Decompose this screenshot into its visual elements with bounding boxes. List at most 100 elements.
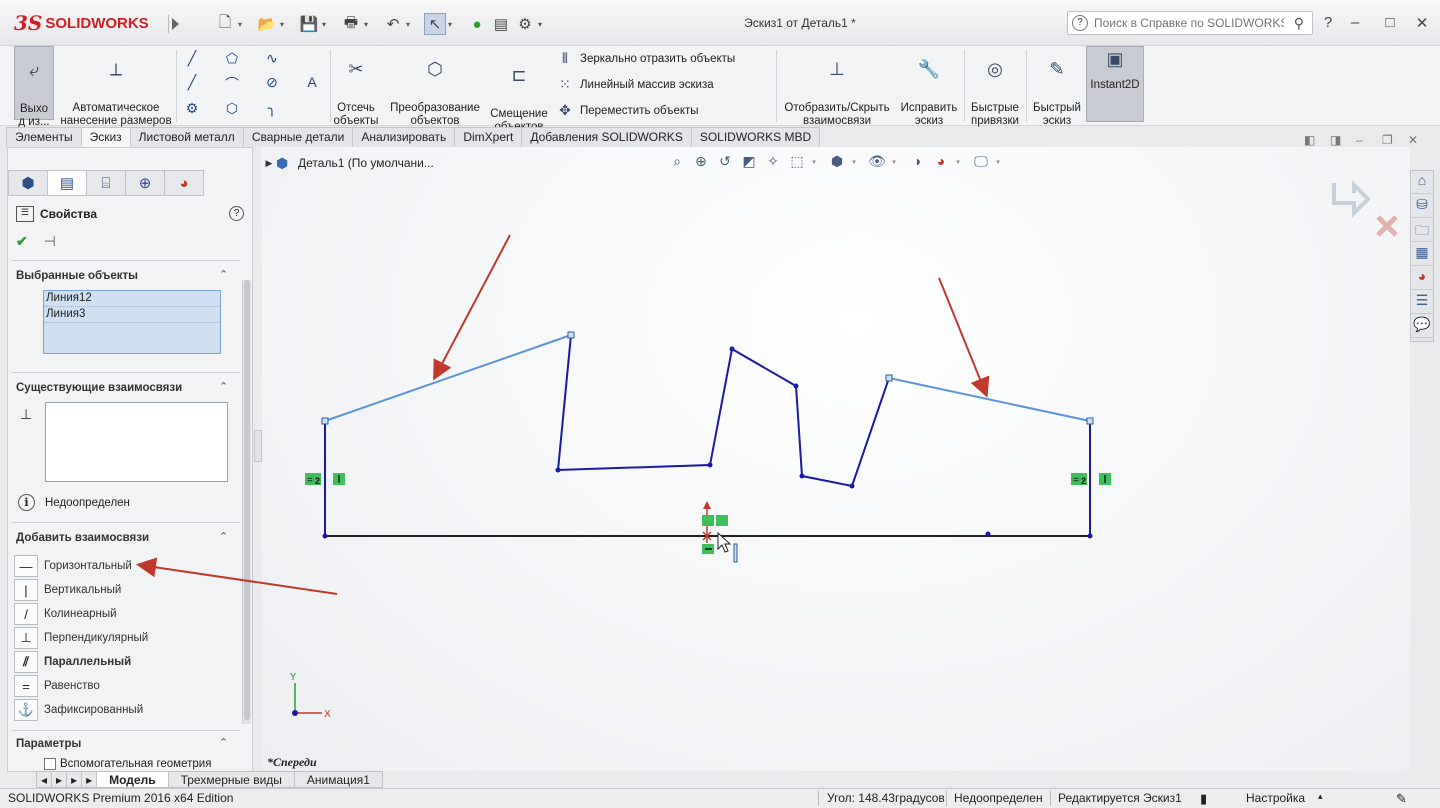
- repair-sketch-button[interactable]: 🔧 Исправить эскиз: [896, 50, 962, 128]
- viewport-minimize-icon[interactable]: –: [1356, 133, 1363, 147]
- relation-perpendicular-button[interactable]: ⊥ Перпендикулярный: [14, 626, 148, 650]
- pin-icon[interactable]: ⊣: [44, 233, 56, 249]
- relation-fix-button[interactable]: ⚓ Зафиксированный: [14, 698, 148, 722]
- list-item[interactable]: Линия3: [44, 307, 220, 323]
- open-folder-icon[interactable]: 📂: [256, 13, 278, 35]
- relation-equal-button[interactable]: = Равенство: [14, 674, 148, 698]
- undo-icon[interactable]: ↶: [382, 13, 404, 35]
- feature-tree-tab-icon[interactable]: ⬢: [8, 170, 48, 196]
- tab-scroll-right-icon[interactable]: ▸: [51, 771, 68, 788]
- sketch-zigzag-polyline[interactable]: [556, 334, 890, 488]
- tab-scroll-start-icon[interactable]: ▸: [66, 771, 83, 788]
- home-icon[interactable]: ⌂: [1411, 172, 1433, 194]
- construction-checkbox[interactable]: [44, 758, 56, 770]
- existing-relations-list[interactable]: [45, 402, 228, 482]
- panel-scrollbar[interactable]: [242, 280, 251, 724]
- linear-pattern-button[interactable]: ⁙ Линейный массив эскиза: [556, 76, 714, 94]
- tab-addins[interactable]: Добавления SOLIDWORKS: [521, 127, 692, 147]
- units-settings[interactable]: Настройка: [1246, 791, 1305, 805]
- custom-properties-icon[interactable]: ☰: [1411, 292, 1433, 314]
- construction-checkbox-row[interactable]: Вспомогательная геометрия: [44, 758, 211, 770]
- rectangle-tool-icon[interactable]: ⬠: [222, 50, 242, 67]
- slot-tool-icon[interactable]: ⚙: [182, 100, 202, 117]
- rapid-sketch-button[interactable]: ✎ Быстрый эскиз: [1030, 50, 1084, 128]
- new-dropdown-icon[interactable]: ▾: [238, 20, 248, 29]
- appearances-icon[interactable]: ◕: [1411, 268, 1433, 290]
- forum-icon[interactable]: 💬: [1411, 316, 1433, 338]
- viewport-restore-icon[interactable]: ❐: [1382, 133, 1393, 147]
- circle-tool-icon[interactable]: ╱: [182, 74, 202, 91]
- tab-mbd[interactable]: SOLIDWORKS MBD: [690, 127, 821, 147]
- relation-parallel-button[interactable]: ⫽ Параллельный: [14, 650, 148, 674]
- settings-dropdown-icon[interactable]: ▴: [1318, 791, 1323, 802]
- offset-entities-button[interactable]: ⊏ Смещение объектов: [489, 56, 549, 134]
- tab-weldments[interactable]: Сварные детали: [242, 127, 354, 147]
- relation-vertical-button[interactable]: | Вертикальный: [14, 578, 148, 602]
- fillet-tool-icon[interactable]: ╮: [262, 100, 282, 117]
- tab-3d-views[interactable]: Трехмерные виды: [167, 771, 295, 788]
- save-dropdown-icon[interactable]: ▾: [322, 20, 332, 29]
- panel-help-icon[interactable]: ?: [229, 206, 244, 221]
- tab-sheet-metal[interactable]: Листовой металл: [129, 127, 244, 147]
- view-palette-icon[interactable]: ▦: [1411, 244, 1433, 266]
- tab-model[interactable]: Модель: [96, 771, 169, 788]
- line-tool-icon[interactable]: ╱: [182, 50, 202, 67]
- selected-line-12[interactable]: [324, 334, 572, 422]
- list-item[interactable]: Линия12: [44, 291, 220, 307]
- tab-dimxpert[interactable]: DimXpert: [454, 127, 523, 147]
- display-relations-button[interactable]: ⊥ Отобразить/Скрыть взаимосвязи: [780, 50, 894, 128]
- collapse-chevron-icon[interactable]: ⌃: [219, 380, 228, 393]
- tab-sketch[interactable]: Эскиз: [80, 127, 131, 147]
- search-icon[interactable]: ⚲: [1294, 15, 1304, 32]
- exit-sketch-button[interactable]: ⤶ Выхо д из...: [14, 46, 54, 128]
- panel-splitter-handle[interactable]: [254, 430, 262, 462]
- menu-expand-icon[interactable]: [168, 15, 180, 33]
- print-dropdown-icon[interactable]: ▾: [364, 20, 374, 29]
- configuration-tab-icon[interactable]: ⌸: [86, 170, 126, 196]
- minimize-button[interactable]: –: [1345, 14, 1365, 31]
- help-search-input[interactable]: [1094, 16, 1284, 30]
- design-library-icon[interactable]: ⛁: [1411, 196, 1433, 218]
- quick-snaps-button[interactable]: ◎ Быстрые привязки: [966, 50, 1024, 128]
- collapse-chevron-icon[interactable]: ⌃: [219, 530, 228, 543]
- select-dropdown-icon[interactable]: ▾: [448, 20, 458, 29]
- viewport-tile-left-icon[interactable]: ◧: [1304, 133, 1315, 147]
- tab-evaluate[interactable]: Анализировать: [352, 127, 456, 147]
- instant2d-button[interactable]: ▣ Instant2D: [1086, 46, 1144, 122]
- file-properties-icon[interactable]: ▤: [490, 13, 512, 35]
- arc-tool-icon[interactable]: ⌒: [222, 74, 242, 94]
- undo-dropdown-icon[interactable]: ▾: [406, 20, 416, 29]
- move-entities-button[interactable]: ✥ Переместить объекты: [556, 102, 698, 120]
- collapse-chevron-icon[interactable]: ⌃: [219, 268, 228, 281]
- sketch-origin[interactable]: [702, 501, 738, 563]
- tab-animation[interactable]: Анимация1: [293, 771, 383, 788]
- trim-entities-button[interactable]: ✂ Отсечь объекты: [332, 50, 380, 128]
- status-help-icon[interactable]: ✎: [1396, 791, 1407, 807]
- spline-tool-icon[interactable]: ∿: [262, 50, 282, 67]
- select-cursor-icon[interactable]: ↖: [424, 13, 446, 35]
- selected-entities-list[interactable]: Линия12 Линия3: [43, 290, 221, 354]
- maximize-button[interactable]: □: [1380, 14, 1400, 31]
- graphics-area[interactable]: ▶ ⬢ Деталь1 (По умолчани... ⌕ ⊕ ↺ ◩ ✧ ⬚ ▾…: [262, 147, 1410, 771]
- traffic-light-icon[interactable]: ●: [466, 13, 488, 35]
- viewport-close-icon[interactable]: ✕: [1408, 133, 1418, 147]
- scrollbar-thumb[interactable]: [244, 280, 250, 720]
- display-manager-tab-icon[interactable]: ◕: [164, 170, 204, 196]
- options-dropdown-icon[interactable]: ▾: [538, 20, 548, 29]
- file-explorer-icon[interactable]: 🗀: [1411, 220, 1433, 242]
- rebuild-indicator-icon[interactable]: ▮: [1200, 791, 1207, 807]
- tab-scroll-left-icon[interactable]: ◂: [36, 771, 53, 788]
- save-icon[interactable]: 💾: [298, 13, 320, 35]
- selected-endpoints[interactable]: [321, 331, 1094, 425]
- confirmation-corner[interactable]: [1332, 180, 1398, 237]
- viewport-tile-right-icon[interactable]: ◨: [1330, 133, 1341, 147]
- selected-line-3[interactable]: [888, 377, 1091, 422]
- help-search-box[interactable]: ? ⚲: [1067, 11, 1313, 35]
- solidworks-logo[interactable]: 3S SOLIDWORKS: [14, 9, 164, 37]
- tab-scroll-end-icon[interactable]: ▸: [81, 771, 98, 788]
- print-icon[interactable]: 🖶: [340, 13, 362, 35]
- hexagon-tool-icon[interactable]: ⬡: [222, 100, 242, 117]
- relation-horizontal-button[interactable]: — Горизонтальный: [14, 554, 148, 578]
- options-gear-icon[interactable]: ⚙: [514, 13, 536, 35]
- collapse-chevron-icon[interactable]: ⌃: [219, 736, 228, 749]
